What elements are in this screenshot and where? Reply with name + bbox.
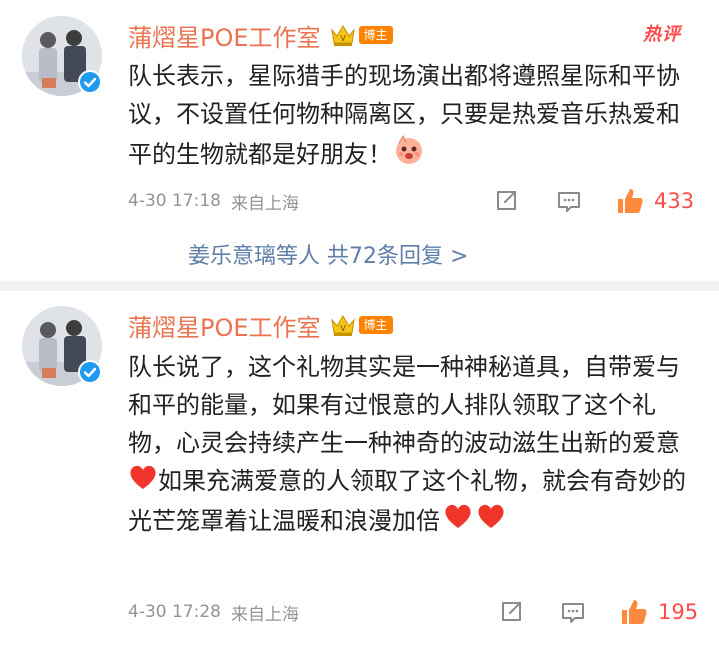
heart-emoji-icon	[128, 463, 158, 502]
author-name[interactable]: 蒲熠星POE工作室	[128, 308, 321, 343]
hot-comment-label: 热评	[643, 24, 681, 45]
svg-text:V: V	[340, 34, 346, 43]
crown-icon: V	[330, 25, 355, 46]
svg-text:V: V	[340, 324, 346, 333]
share-icon	[497, 191, 516, 210]
comment-source: 来自上海	[230, 604, 299, 625]
comment-button[interactable]	[557, 597, 589, 627]
thumbs-up-icon	[618, 189, 643, 213]
share-button[interactable]	[495, 597, 527, 627]
comment-header: 蒲熠星POE工作室 V 博主	[128, 307, 393, 343]
blogger-badge: V 博主	[329, 21, 393, 49]
comment-text-body-2: 如果充满爱意的人领取了这个礼物，就会有奇妙的光芒笼罩着让温暖和浪漫加倍	[128, 467, 686, 535]
like-button[interactable]: 195	[618, 595, 698, 629]
share-icon	[502, 602, 521, 621]
verified-icon	[78, 360, 102, 384]
comment-text: 队长表示，星际猎手的现场演出都将遵照星际和平协议，不设置任何物种隔离区，只要是热…	[128, 57, 694, 178]
comment-text-body-1: 队长说了，这个礼物其实是一种神秘道具，自带爱与和平的能量，如果有过恨意的人排队领…	[128, 353, 680, 457]
badge-label: 博主	[358, 26, 393, 44]
badge-label: 博主	[358, 316, 393, 334]
crown-icon: V	[330, 315, 355, 336]
like-button[interactable]: 433	[614, 184, 694, 218]
comment-header: 蒲熠星POE工作室 V 博主	[128, 17, 393, 53]
verified-icon	[78, 70, 102, 94]
comment-date: 4-30 17:28	[128, 602, 221, 622]
laughing-emoji-icon	[392, 133, 426, 178]
comment-icon	[558, 192, 580, 212]
share-button[interactable]	[490, 186, 522, 216]
like-count: 195	[658, 600, 699, 624]
comment-source: 来自上海	[230, 193, 299, 214]
blogger-badge: V 博主	[329, 311, 393, 339]
heart-emoji-icon	[440, 502, 476, 541]
divider	[0, 281, 719, 291]
like-count: 433	[654, 189, 695, 213]
comment-text: 队长说了，这个礼物其实是一种神秘道具，自带爱与和平的能量，如果有过恨意的人排队领…	[128, 348, 694, 541]
view-replies-link[interactable]: 姜乐意璃等人 共72条回复 >	[188, 238, 468, 270]
comment-meta: 4-30 17:18 来自上海	[128, 186, 299, 216]
heart-emoji-icon	[476, 502, 506, 541]
comment-icon	[562, 603, 584, 623]
comment-button[interactable]	[553, 186, 585, 216]
author-name[interactable]: 蒲熠星POE工作室	[128, 18, 321, 53]
comment-date: 4-30 17:18	[128, 191, 221, 211]
comment-meta: 4-30 17:28 来自上海	[128, 597, 299, 627]
thumbs-up-icon	[622, 600, 647, 624]
